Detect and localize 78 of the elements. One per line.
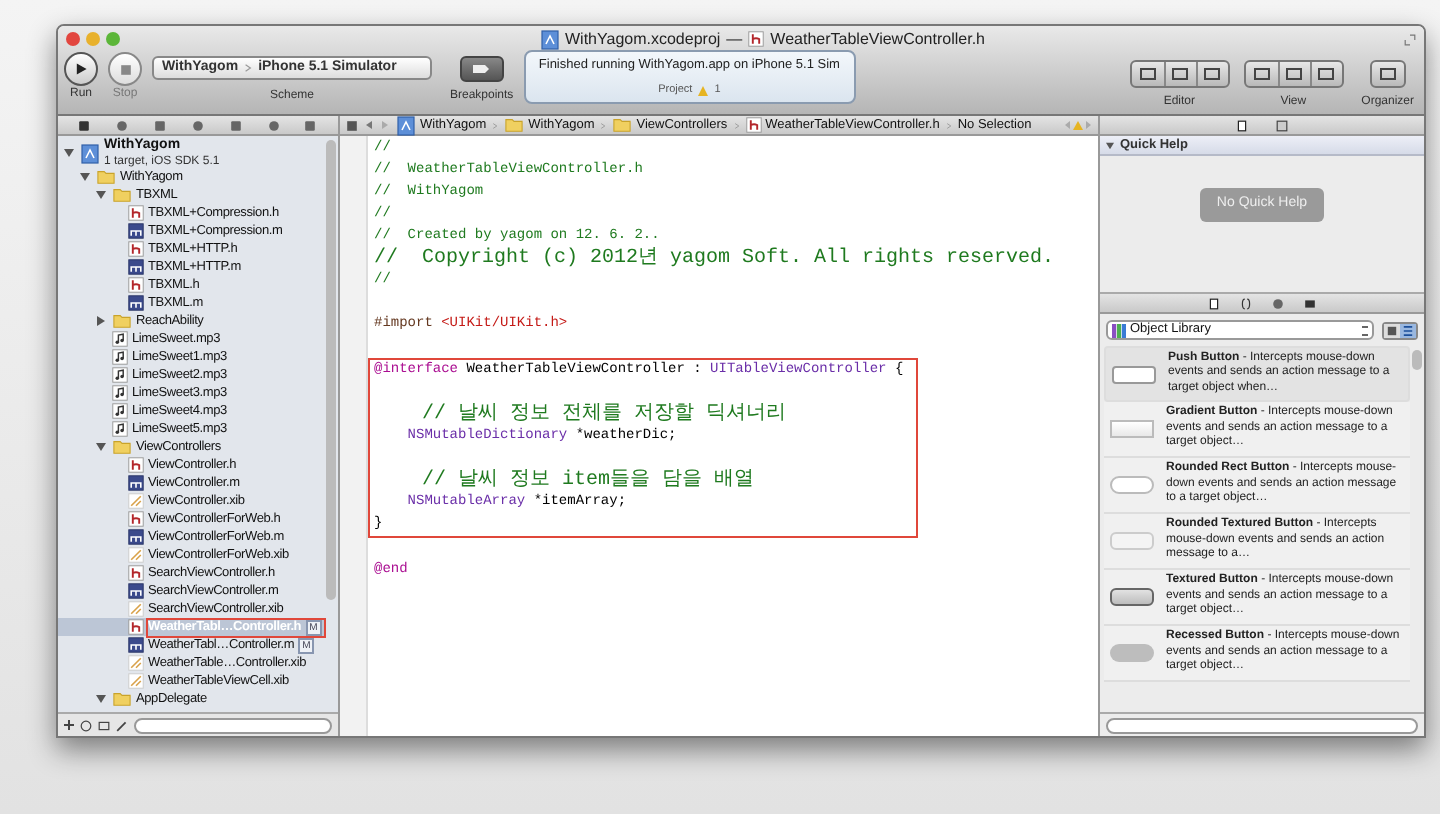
interface-file-icon bbox=[128, 600, 144, 618]
source-file-icon bbox=[128, 474, 144, 492]
collapsed-triangle-icon[interactable] bbox=[96, 316, 106, 326]
scrollbar[interactable] bbox=[326, 140, 336, 600]
breakpoints-button[interactable] bbox=[459, 56, 504, 82]
expanded-triangle-icon[interactable] bbox=[96, 190, 106, 200]
navigator-tab-icon[interactable] bbox=[191, 119, 204, 131]
library-icon bbox=[1112, 323, 1126, 337]
expanded-triangle-icon[interactable] bbox=[80, 172, 90, 182]
navigator-tab-icon[interactable] bbox=[154, 119, 167, 131]
navigator-tab-icon[interactable] bbox=[304, 119, 317, 131]
object-icon[interactable] bbox=[1272, 297, 1284, 309]
project-icon bbox=[539, 29, 559, 49]
code-editor[interactable] bbox=[340, 136, 1098, 736]
header-file-icon bbox=[128, 240, 144, 258]
library-filter-field[interactable] bbox=[1106, 717, 1418, 733]
navigator-tab-icon[interactable] bbox=[78, 119, 91, 131]
header-file-icon bbox=[128, 204, 144, 222]
navigator-tab-icon[interactable] bbox=[267, 119, 280, 131]
expanded-triangle-icon[interactable] bbox=[96, 442, 106, 452]
folder-icon bbox=[112, 312, 132, 330]
button-preview bbox=[1110, 476, 1154, 494]
button-preview bbox=[1110, 588, 1154, 606]
interface-file-icon bbox=[128, 492, 144, 510]
code-line: // 날씨 정보 전체를 저장할 딕셔너리 bbox=[420, 404, 787, 426]
stop-icon bbox=[119, 63, 131, 75]
button-preview bbox=[1112, 365, 1156, 383]
title-separator: — bbox=[726, 27, 743, 51]
header-file-icon bbox=[128, 276, 144, 294]
folder-icon bbox=[112, 438, 132, 456]
close-button[interactable] bbox=[66, 32, 80, 46]
project-icon bbox=[80, 143, 100, 163]
folder-icon bbox=[112, 690, 132, 708]
window-title: WeatherTableViewController.h bbox=[770, 27, 985, 51]
chevron-icon bbox=[244, 62, 253, 74]
source-file-icon bbox=[128, 636, 144, 654]
file-template-icon[interactable] bbox=[1208, 297, 1220, 309]
expanded-triangle-icon[interactable] bbox=[96, 694, 106, 704]
play-icon bbox=[74, 62, 88, 76]
source-file-icon bbox=[128, 222, 144, 240]
back-icon[interactable] bbox=[364, 120, 374, 130]
source-file-icon bbox=[128, 528, 144, 546]
header-file-icon bbox=[128, 510, 144, 528]
list-view-icon[interactable] bbox=[1400, 323, 1416, 337]
media-icon[interactable] bbox=[1304, 297, 1316, 309]
button-preview bbox=[1110, 532, 1154, 550]
breakpoint-icon bbox=[472, 64, 491, 74]
file-inspector-icon[interactable] bbox=[1236, 119, 1248, 131]
add-icon[interactable] bbox=[64, 720, 74, 730]
code-line: // 날씨 정보 item들을 담을 배열 bbox=[420, 470, 755, 492]
code-snippet-icon[interactable] bbox=[1240, 297, 1252, 309]
quick-help-icon[interactable] bbox=[1276, 119, 1288, 131]
window-title: WithYagom.xcodeproj bbox=[565, 27, 721, 51]
run-button[interactable] bbox=[64, 52, 98, 86]
project-icon bbox=[396, 115, 416, 135]
warning-icon bbox=[698, 85, 709, 96]
source-file-icon bbox=[128, 294, 144, 312]
navigator-tab-icon[interactable] bbox=[229, 119, 242, 131]
scrollbar[interactable] bbox=[1412, 350, 1422, 370]
grid-icon[interactable] bbox=[346, 119, 358, 131]
button-preview bbox=[1110, 644, 1154, 662]
code-line: // Copyright (c) 2012년 yagom Soft. All rights reserved. bbox=[374, 248, 1055, 270]
edit-icon[interactable] bbox=[116, 719, 128, 731]
fullscreen-icon[interactable] bbox=[1404, 33, 1416, 45]
navigator-tab-icon[interactable] bbox=[116, 119, 129, 131]
header-file-icon bbox=[128, 618, 144, 636]
header-file-icon bbox=[128, 564, 144, 582]
button-preview bbox=[1110, 420, 1154, 438]
header-file-icon bbox=[128, 456, 144, 474]
filter-field[interactable] bbox=[134, 717, 332, 733]
interface-file-icon bbox=[128, 546, 144, 564]
expanded-triangle-icon bbox=[1106, 141, 1114, 149]
source-file-icon bbox=[128, 582, 144, 600]
expanded-triangle-icon[interactable] bbox=[64, 148, 74, 158]
stop-button[interactable] bbox=[108, 52, 142, 86]
grid-view-icon[interactable] bbox=[1384, 323, 1400, 337]
source-file-icon bbox=[128, 258, 144, 276]
header-file-icon bbox=[748, 30, 765, 48]
